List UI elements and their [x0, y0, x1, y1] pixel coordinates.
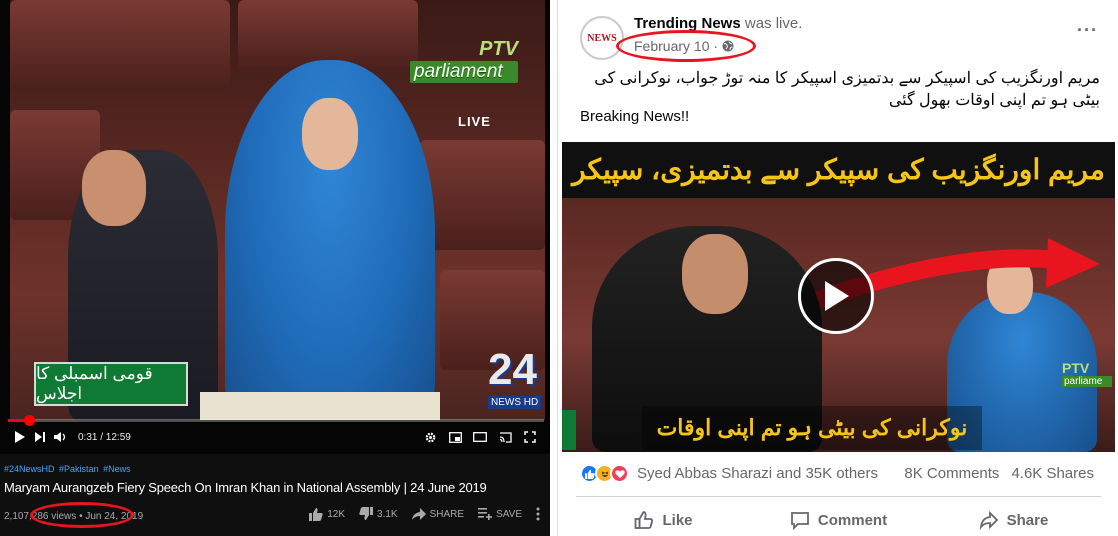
save-button[interactable]: SAVE	[478, 508, 522, 520]
thumbs-up-icon	[635, 511, 654, 529]
youtube-video-player[interactable]: PTV parliament LIVE قومی اسمبلی کا اجلاس…	[0, 0, 550, 454]
video-frame: PTV parliament LIVE قومی اسمبلی کا اجلاس…	[10, 0, 545, 420]
share-label: SHARE	[429, 508, 465, 520]
facebook-post: NEWS Trending News was live. February 10…	[557, 0, 1118, 536]
channel-brand: NEWS HD	[488, 396, 542, 409]
volume-icon[interactable]	[50, 427, 70, 447]
urdu-caption-box: قومی اسمبلی کا اجلاس	[34, 362, 188, 406]
miniplayer-icon[interactable]	[445, 427, 465, 447]
post-text-english: Breaking News!!	[580, 108, 690, 125]
shares-count[interactable]: 4.6K Shares	[1011, 465, 1094, 482]
ptv-logo-text: PTV	[479, 38, 518, 60]
share-button[interactable]: Share	[926, 503, 1101, 536]
ptv-parliament-logo: PTV parliament	[410, 38, 518, 90]
hashtag-link[interactable]: #Pakistan	[59, 464, 99, 474]
share-label: Share	[1006, 511, 1049, 529]
video-actions: 12K 3.1K SHARE SAVE	[309, 507, 540, 521]
youtube-panel: PTV parliament LIVE قومی اسمبلی کا اجلاس…	[0, 0, 550, 536]
dislike-count: 3.1K	[377, 508, 398, 520]
post-text-urdu: مریم اورنگزیب کی اسپیکر سے بدتمیزی اسپیک…	[594, 70, 1100, 109]
save-label: SAVE	[496, 508, 522, 520]
playlist-add-icon	[478, 508, 493, 520]
next-icon[interactable]	[30, 427, 50, 447]
fullscreen-icon[interactable]	[520, 427, 540, 447]
parliament-logo-text: parliame	[1062, 376, 1112, 387]
engagement-counts: 8K Comments 4.6K Shares	[904, 465, 1094, 482]
page-avatar[interactable]: NEWS	[580, 16, 624, 60]
thumbs-up-icon	[309, 508, 323, 521]
channel-24-logo: 24 NEWS HD	[488, 348, 545, 420]
cast-icon[interactable]	[495, 427, 515, 447]
reactions-summary[interactable]: Syed Abbas Sharazi and 35K others	[580, 464, 878, 483]
share-button[interactable]: SHARE	[411, 508, 465, 520]
desk	[200, 392, 440, 420]
live-status: was live.	[744, 15, 803, 32]
parliament-logo-text: parliament	[410, 61, 518, 83]
play-icon[interactable]	[10, 427, 30, 447]
share-arrow-icon	[979, 510, 998, 530]
hashtags: #24NewsHD #Pakistan #News	[4, 464, 546, 474]
like-button[interactable]: 12K	[309, 507, 345, 521]
channel-number: 24	[488, 345, 537, 394]
dislike-button[interactable]: 3.1K	[359, 507, 398, 521]
man-face	[82, 150, 146, 226]
like-label: Like	[662, 511, 693, 529]
assembly-bench	[420, 140, 545, 250]
ptv-parliament-logo: PTV parliame	[1062, 360, 1112, 400]
comment-button[interactable]: Comment	[751, 503, 926, 536]
progress-bar[interactable]	[8, 415, 544, 426]
green-caption-tab	[562, 410, 576, 450]
comment-label: Comment	[817, 511, 888, 529]
player-controls: 0:31 / 12:59	[0, 424, 550, 450]
more-options-icon[interactable]: ···	[1077, 20, 1098, 41]
theater-icon[interactable]	[470, 427, 490, 447]
hashtag-link[interactable]: #News	[103, 464, 131, 474]
post-action-bar: Like Comment Share	[576, 503, 1101, 536]
settings-gear-icon[interactable]	[420, 427, 440, 447]
avatar-logo-text: NEWS	[587, 32, 617, 44]
like-button[interactable]: Like	[576, 503, 751, 536]
video-headline-banner: مریم اورنگزیب کی سپیکر سے بدتمیزی، سپیکر…	[562, 142, 1115, 241]
video-bottom-caption: نوکرانی کی بیٹی ہو تم اپنی اوقات بھول گئ…	[642, 406, 982, 450]
comment-bubble-icon	[791, 512, 809, 530]
live-tag: LIVE	[458, 114, 491, 129]
post-video[interactable]: مریم اورنگزیب کی سپیکر سے بدتمیزی، سپیکر…	[562, 142, 1115, 452]
thumbs-down-icon	[359, 507, 374, 520]
love-reaction-icon	[610, 464, 629, 483]
video-title: Maryam Aurangzeb Fiery Speech On Imran K…	[4, 480, 487, 495]
play-button-icon[interactable]	[798, 258, 874, 334]
time-display: 0:31 / 12:59	[78, 431, 131, 443]
man-face	[682, 234, 748, 314]
woman-face	[302, 98, 358, 170]
more-options-icon[interactable]	[536, 507, 540, 521]
like-count: 12K	[327, 508, 346, 520]
reactions-text: Syed Abbas Sharazi and 35K others	[637, 465, 878, 482]
ptv-logo-text: PTV	[1062, 360, 1090, 376]
post-header: Trending News was live.	[634, 15, 802, 32]
divider	[576, 496, 1101, 497]
assembly-bench	[10, 0, 230, 90]
share-arrow-icon	[411, 508, 426, 520]
date-highlight-circle	[30, 502, 134, 528]
hashtag-link[interactable]: #24NewsHD	[4, 464, 55, 474]
comments-count[interactable]: 8K Comments	[904, 465, 999, 482]
date-highlight-circle	[616, 30, 756, 62]
